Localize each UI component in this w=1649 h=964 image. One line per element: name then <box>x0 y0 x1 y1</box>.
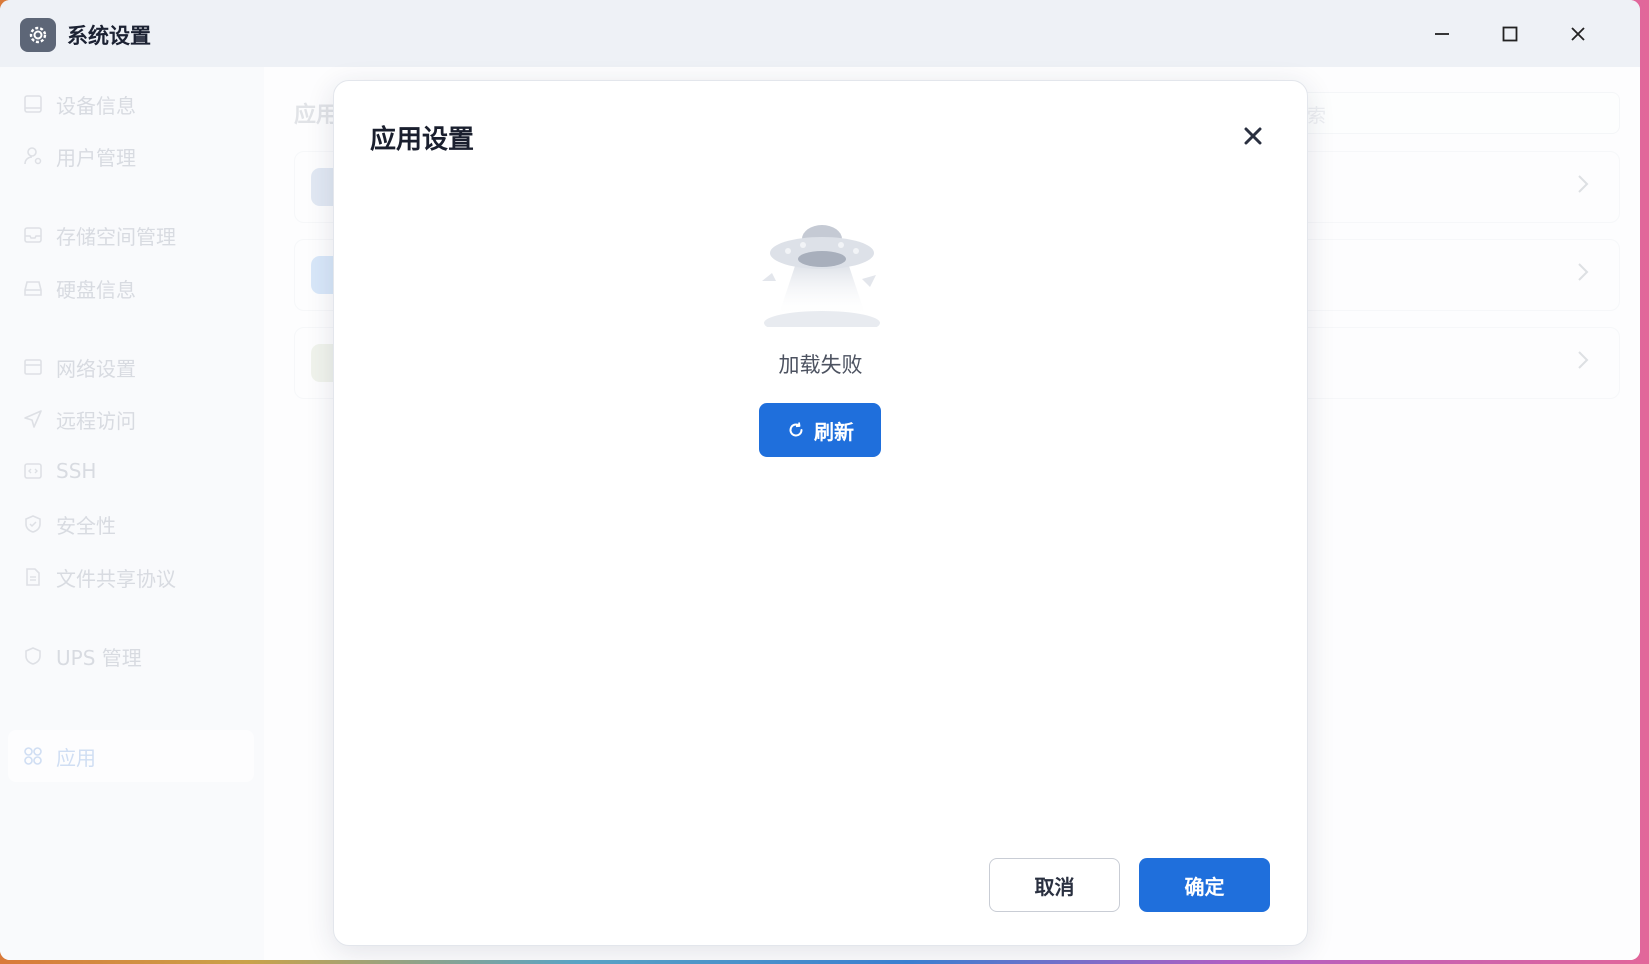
refresh-icon <box>786 420 806 440</box>
settings-app-icon <box>20 18 56 52</box>
title-bar: 系统设置 <box>0 0 1640 67</box>
window-title: 系统设置 <box>67 24 151 48</box>
confirm-button[interactable]: 确定 <box>1139 858 1270 912</box>
close-icon <box>1571 27 1585 41</box>
close-icon <box>1244 127 1262 145</box>
maximize-button[interactable] <box>1493 18 1527 50</box>
cancel-label: 取消 <box>1034 874 1075 899</box>
minimize-button[interactable] <box>1425 18 1459 50</box>
app-settings-dialog: 应用设置 加载失败 刷新 取消 确定 <box>333 80 1308 946</box>
dialog-close-button[interactable] <box>1238 121 1268 151</box>
maximize-icon <box>1502 26 1518 42</box>
settings-window: 系统设置 设备信息 用户管理 存储空间管理 硬盘信息 网络设置 远程访问 SSH… <box>0 0 1640 960</box>
refresh-label: 刷新 <box>814 419 854 444</box>
ufo-illustration-icon <box>762 225 880 327</box>
dialog-title: 应用设置 <box>370 125 475 155</box>
minimize-icon <box>1435 33 1449 35</box>
refresh-button[interactable]: 刷新 <box>759 403 881 457</box>
load-failed-text: 加载失败 <box>778 353 863 377</box>
confirm-label: 确定 <box>1184 874 1225 899</box>
cancel-button[interactable]: 取消 <box>989 858 1120 912</box>
close-window-button[interactable] <box>1561 18 1595 50</box>
